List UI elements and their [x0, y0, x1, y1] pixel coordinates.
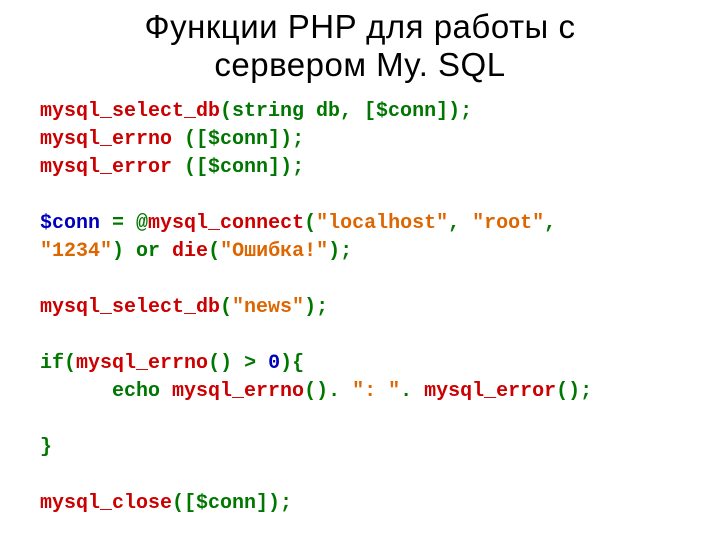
code-paren: ( [208, 240, 220, 263]
code-string: "Ошибка!" [220, 240, 328, 263]
code-string: "news" [232, 296, 304, 319]
code-at: @ [136, 212, 148, 235]
code-paren: ); [328, 240, 352, 263]
code-paren: (); [556, 380, 592, 403]
code-args: (string db, [$conn]); [220, 100, 472, 123]
code-func: mysql_errno [172, 380, 304, 403]
code-paren: ( [304, 212, 316, 235]
code-comma: , [448, 212, 472, 235]
code-var: $conn [40, 212, 112, 235]
code-func: mysql_error [40, 156, 172, 179]
code-paren: ); [304, 296, 328, 319]
php-code-block: mysql_select_db(string db, [$conn]); mys… [40, 98, 680, 518]
code-func: die [172, 240, 208, 263]
title-line-1: Функции PHP для работы с [145, 8, 576, 45]
code-string: "1234" [40, 240, 112, 263]
code-paren: ){ [280, 352, 304, 375]
code-space [172, 156, 184, 179]
code-args: ([$conn]); [172, 492, 292, 515]
code-args: ([$conn]); [184, 156, 304, 179]
code-func: mysql_errno [76, 352, 208, 375]
code-keyword: echo [40, 380, 172, 403]
title-line-2: сервером My. SQL [214, 46, 505, 83]
code-comma: , [544, 212, 556, 235]
slide-title: Функции PHP для работы с сервером My. SQ… [40, 8, 680, 84]
code-paren: (). [304, 380, 352, 403]
code-op: . [400, 380, 424, 403]
code-args: ([$conn]); [184, 128, 304, 151]
code-brace: } [40, 436, 52, 459]
code-space [172, 128, 184, 151]
code-keyword: if [40, 352, 64, 375]
code-string: ": " [352, 380, 400, 403]
code-func: mysql_error [424, 380, 556, 403]
code-paren: () > [208, 352, 268, 375]
code-paren: ( [64, 352, 76, 375]
code-keyword: or [136, 240, 172, 263]
code-number: 0 [268, 352, 280, 375]
code-func: mysql_close [40, 492, 172, 515]
code-paren: ) [112, 240, 136, 263]
code-string: "localhost" [316, 212, 448, 235]
code-func: mysql_select_db [40, 100, 220, 123]
code-func: mysql_select_db [40, 296, 220, 319]
code-func: mysql_errno [40, 128, 172, 151]
code-paren: ( [220, 296, 232, 319]
code-func: mysql_connect [148, 212, 304, 235]
code-string: "root" [472, 212, 544, 235]
code-op: = [112, 212, 136, 235]
